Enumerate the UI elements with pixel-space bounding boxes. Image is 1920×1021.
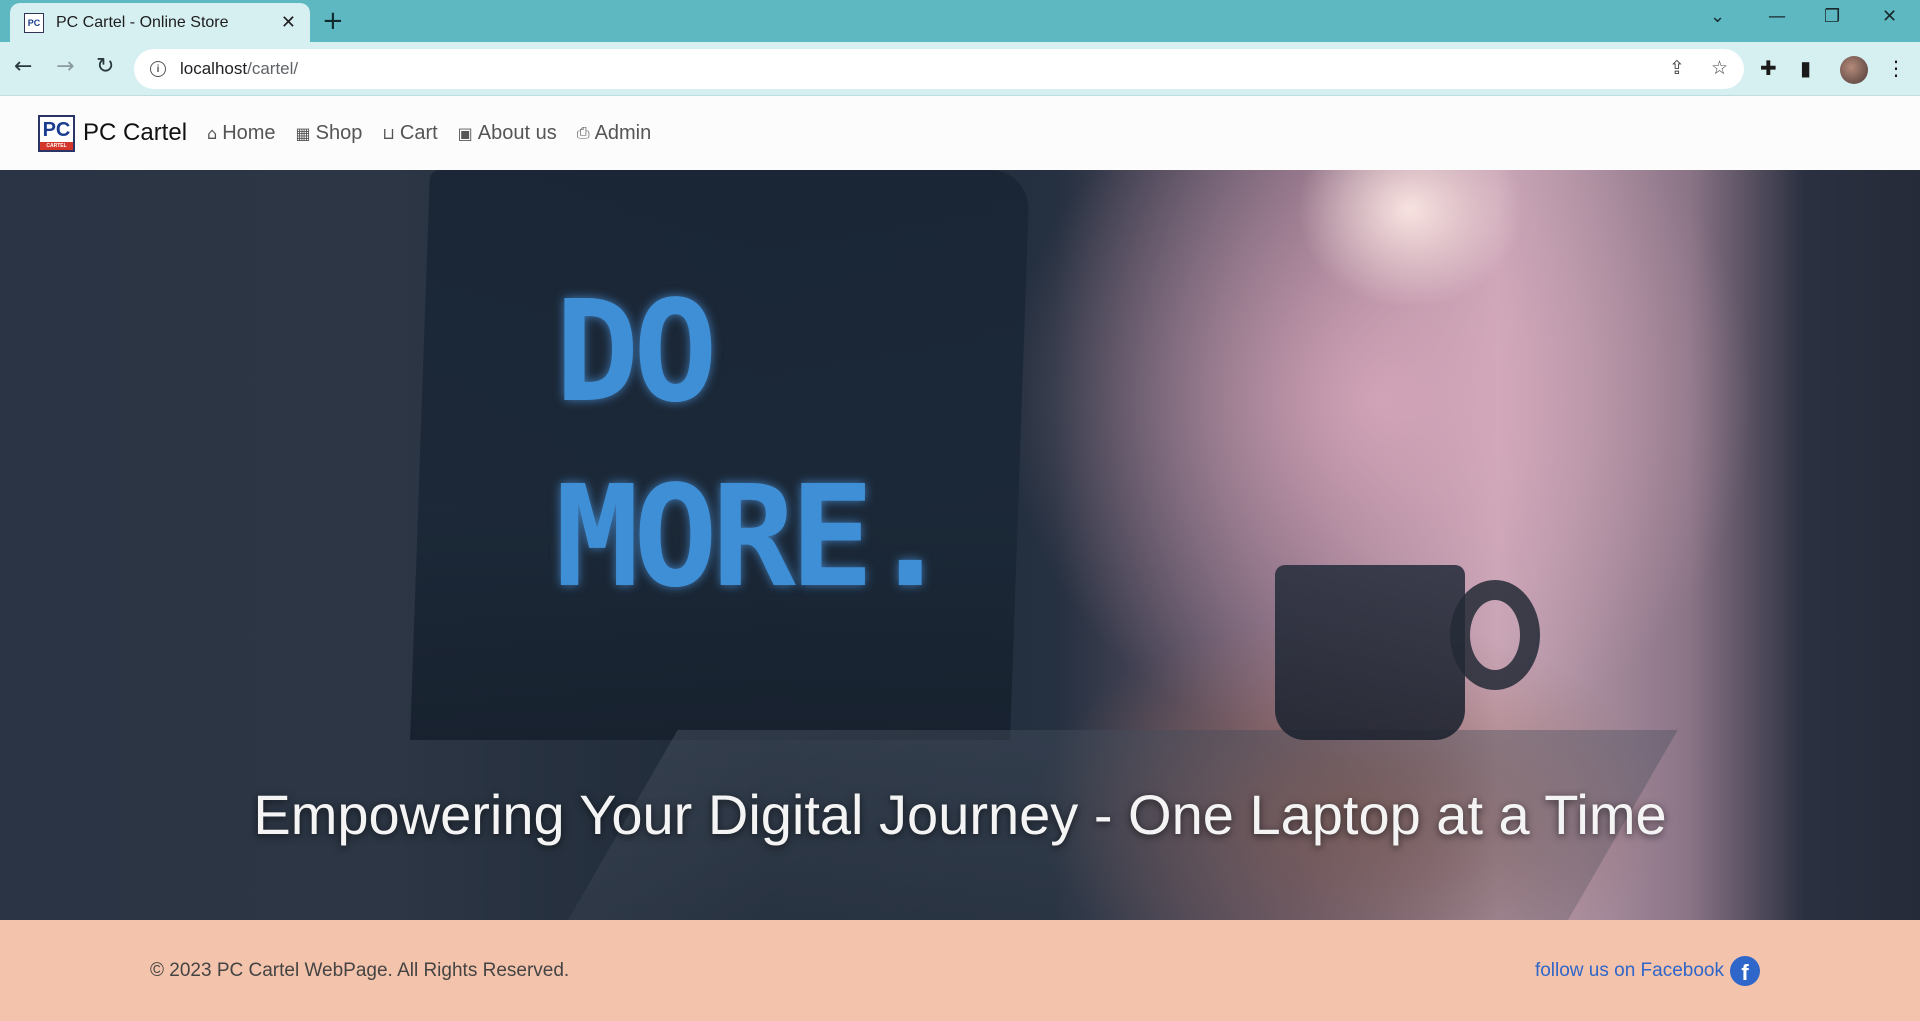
extensions-icon[interactable]: ✚	[1760, 56, 1777, 80]
nav-link-about[interactable]: ▣ About us	[458, 122, 557, 145]
forward-icon[interactable]: →	[56, 54, 74, 79]
home-icon: ⌂	[207, 123, 218, 143]
browser-tab[interactable]: PC PC Cartel - Online Store ✕	[10, 3, 310, 42]
nav-link-label: Admin	[594, 121, 652, 144]
brand-link[interactable]: PC CARTEL PC Cartel	[38, 114, 188, 152]
url-path: /cartel/	[247, 59, 299, 78]
nav-link-cart[interactable]: ⊔ Cart	[382, 122, 437, 145]
site-info-icon[interactable]: i	[150, 61, 166, 77]
facebook-icon: f	[1730, 955, 1760, 986]
cart-icon: ⊔	[382, 123, 395, 143]
facebook-link-label: follow us on Facebook	[1534, 959, 1724, 981]
nav-link-label: Cart	[399, 121, 438, 144]
bookmark-star-icon[interactable]: ☆	[1711, 57, 1728, 79]
window-close-icon[interactable]: ✕	[1882, 6, 1897, 27]
hero-cup-image	[1275, 565, 1465, 740]
browser-toolbar: ← → ↻ i localhost/cartel/ ⇪ ☆ ✚ ▮ ⋮	[0, 42, 1920, 96]
hero-screen-line1: DO	[555, 271, 718, 434]
nav-link-admin[interactable]: ⎙ Admin	[577, 122, 652, 145]
logo-text: PC	[42, 118, 71, 141]
shop-icon: ▦	[295, 123, 311, 143]
restore-icon[interactable]: ❐	[1824, 6, 1840, 27]
about-icon: ▣	[457, 123, 473, 143]
hero-tagline: Empowering Your Digital Journey - One La…	[253, 783, 1667, 846]
hero-banner: DO MORE. Empowering Your Digital Journey…	[0, 170, 1920, 920]
nav-link-shop[interactable]: ▦ Shop	[296, 122, 363, 145]
browser-tab-bar: PC PC Cartel - Online Store ✕ + ⌄ — ❐ ✕	[0, 0, 1920, 42]
hero-cup-handle	[1450, 580, 1540, 690]
hero-screen-text: DO MORE.	[555, 260, 952, 630]
hero-screen-line2: MORE.	[555, 456, 952, 619]
nav-link-label: Home	[222, 121, 276, 144]
brand-name: PC Cartel	[83, 119, 188, 146]
admin-icon: ⎙	[576, 123, 590, 142]
copyright-text: © 2023 PC Cartel WebPage. All Rights Res…	[150, 959, 570, 981]
tab-title: PC Cartel - Online Store	[56, 13, 229, 31]
nav-link-label: Shop	[315, 121, 363, 144]
back-icon[interactable]: ←	[14, 54, 32, 79]
tab-search-icon[interactable]: ⌄	[1710, 6, 1725, 27]
minimize-icon[interactable]: —	[1768, 6, 1786, 27]
brand-logo: PC CARTEL	[38, 114, 75, 152]
close-tab-icon[interactable]: ✕	[281, 12, 296, 33]
favicon-icon: PC	[24, 12, 44, 33]
url-host: localhost	[180, 59, 248, 78]
side-panel-icon[interactable]: ▮	[1800, 56, 1811, 80]
nav-link-home[interactable]: ⌂ Home	[207, 122, 276, 145]
facebook-link[interactable]: follow us on Facebook f	[1534, 955, 1760, 986]
address-bar[interactable]: i localhost/cartel/ ⇪ ☆	[134, 49, 1744, 89]
menu-kebab-icon[interactable]: ⋮	[1886, 56, 1906, 80]
reload-icon[interactable]: ↻	[96, 54, 114, 79]
profile-avatar[interactable]	[1840, 56, 1868, 84]
url-text: localhost/cartel/	[180, 59, 298, 79]
nav-link-label: About us	[477, 121, 557, 144]
new-tab-icon[interactable]: +	[322, 6, 344, 36]
share-icon[interactable]: ⇪	[1669, 57, 1685, 79]
logo-subtext: CARTEL	[40, 141, 73, 150]
site-footer: © 2023 PC Cartel WebPage. All Rights Res…	[0, 920, 1920, 1021]
site-navbar: PC CARTEL PC Cartel ⌂ Home ▦ Shop ⊔ Cart…	[0, 96, 1920, 170]
